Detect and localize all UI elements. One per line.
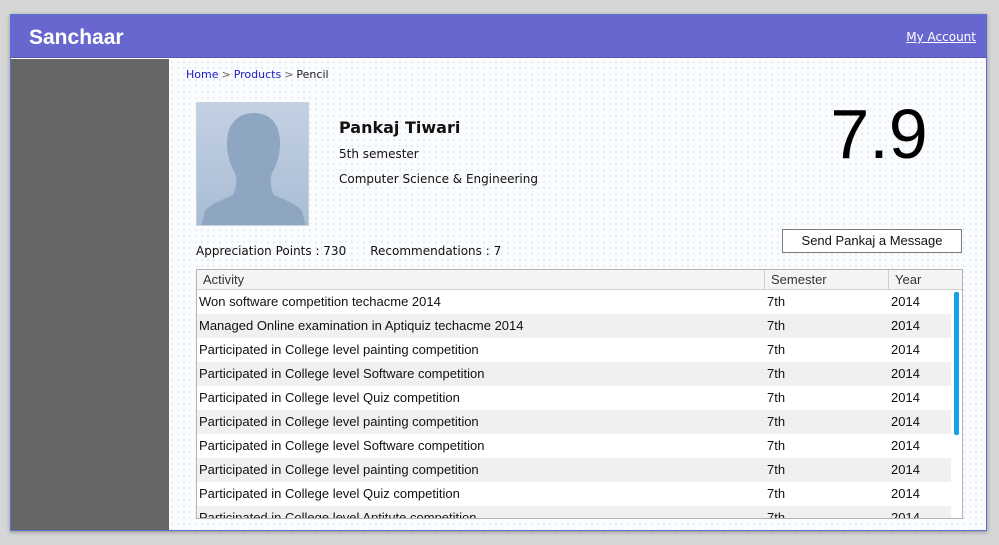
- semester-cell: 7th: [767, 510, 786, 519]
- semester-cell: 7th: [767, 318, 786, 333]
- year-cell: 2014: [891, 294, 920, 309]
- year-cell: 2014: [891, 414, 920, 429]
- semester-cell: 7th: [767, 294, 786, 309]
- breadcrumb-separator: >: [221, 68, 231, 81]
- profile-semester: 5th semester: [339, 147, 419, 161]
- table-row[interactable]: Participated in College level Software c…: [197, 362, 951, 386]
- activity-cell: Managed Online examination in Aptiquiz t…: [199, 318, 524, 333]
- activity-cell: Participated in College level Quiz compe…: [199, 390, 460, 405]
- semester-cell: 7th: [767, 462, 786, 477]
- table-row[interactable]: Won software competition techacme 2014 7…: [197, 290, 951, 314]
- table-row[interactable]: Managed Online examination in Aptiquiz t…: [197, 314, 951, 338]
- column-header-semester[interactable]: Semester: [764, 270, 888, 290]
- my-account-link[interactable]: My Account: [906, 30, 976, 44]
- table-row[interactable]: Participated in College level Aptitute c…: [197, 506, 951, 519]
- breadcrumb-home-link[interactable]: Home: [186, 68, 218, 81]
- activity-cell: Participated in College level painting c…: [199, 462, 479, 477]
- profile-stats: Appreciation Points : 730 Recommendations…: [196, 244, 501, 258]
- app-window: Sanchaar My Account Home > Products > Pencil…: [10, 14, 987, 531]
- recommendations-count: Recommendations : 7: [370, 244, 502, 258]
- main-content: Home > Products > Pencil Pankaj Tiwari 5th s…: [169, 59, 986, 530]
- send-message-button[interactable]: Send Pankaj a Message: [782, 229, 962, 253]
- activity-cell: Participated in College level Software c…: [199, 366, 485, 381]
- semester-cell: 7th: [767, 414, 786, 429]
- table-scrollbar[interactable]: [954, 292, 959, 435]
- activity-table: Activity Semester Year Won software comp…: [196, 269, 963, 519]
- year-cell: 2014: [891, 486, 920, 501]
- breadcrumb-current: Pencil: [296, 68, 329, 81]
- year-cell: 2014: [891, 342, 920, 357]
- semester-cell: 7th: [767, 486, 786, 501]
- year-cell: 2014: [891, 390, 920, 405]
- sidebar: [11, 59, 169, 530]
- appreciation-points: Appreciation Points : 730: [196, 244, 347, 258]
- column-header-year[interactable]: Year: [888, 270, 962, 290]
- table-row[interactable]: Participated in College level painting c…: [197, 458, 951, 482]
- breadcrumb: Home > Products > Pencil: [186, 68, 329, 81]
- table-row[interactable]: Participated in College level Quiz compe…: [197, 386, 951, 410]
- activity-cell: Won software competition techacme 2014: [199, 294, 441, 309]
- activity-cell: Participated in College level Quiz compe…: [199, 486, 460, 501]
- activity-cell: Participated in College level Aptitute c…: [199, 510, 477, 519]
- avatar: [196, 102, 309, 226]
- table-row[interactable]: Participated in College level Software c…: [197, 434, 951, 458]
- table-row[interactable]: Participated in College level Quiz compe…: [197, 482, 951, 506]
- profile-branch: Computer Science & Engineering: [339, 172, 538, 186]
- profile-name: Pankaj Tiwari: [339, 118, 461, 137]
- app-title: Sanchaar: [29, 26, 124, 49]
- score-value: 7.9: [830, 95, 928, 173]
- year-cell: 2014: [891, 318, 920, 333]
- breadcrumb-products-link[interactable]: Products: [234, 68, 282, 81]
- table-row[interactable]: Participated in College level painting c…: [197, 338, 951, 362]
- year-cell: 2014: [891, 438, 920, 453]
- top-bar: Sanchaar My Account: [11, 15, 986, 58]
- activity-cell: Participated in College level painting c…: [199, 414, 479, 429]
- activity-cell: Participated in College level Software c…: [199, 438, 485, 453]
- year-cell: 2014: [891, 510, 920, 519]
- person-silhouette-icon: [197, 103, 308, 225]
- semester-cell: 7th: [767, 390, 786, 405]
- table-row[interactable]: Participated in College level painting c…: [197, 410, 951, 434]
- semester-cell: 7th: [767, 438, 786, 453]
- table-body: Won software competition techacme 2014 7…: [197, 290, 951, 519]
- year-cell: 2014: [891, 462, 920, 477]
- semester-cell: 7th: [767, 366, 786, 381]
- column-header-activity[interactable]: Activity: [197, 270, 764, 290]
- activity-cell: Participated in College level painting c…: [199, 342, 479, 357]
- table-header: Activity Semester Year: [197, 270, 962, 290]
- breadcrumb-separator: >: [284, 68, 294, 81]
- semester-cell: 7th: [767, 342, 786, 357]
- year-cell: 2014: [891, 366, 920, 381]
